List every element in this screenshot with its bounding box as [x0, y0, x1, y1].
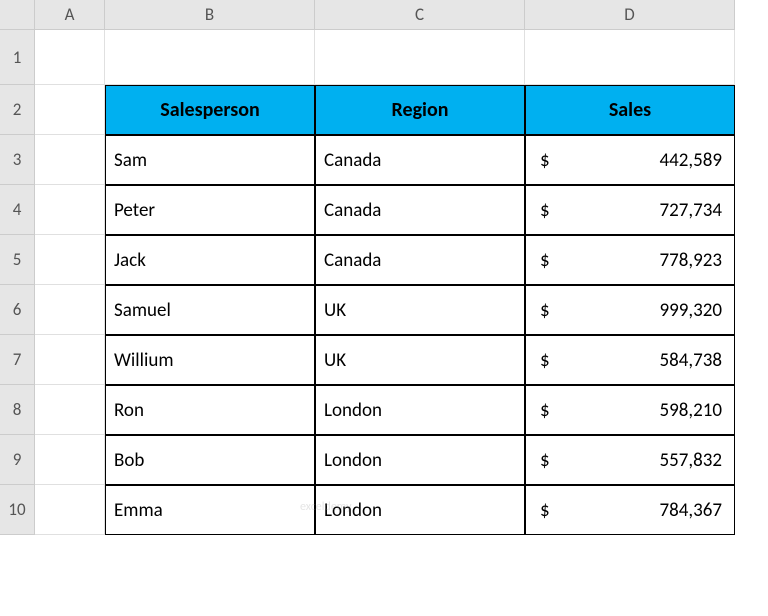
sales-value: 999,320 — [659, 299, 722, 322]
row-header-7[interactable]: 7 — [0, 335, 35, 385]
sales-value: 784,367 — [659, 499, 722, 522]
row-header-10[interactable]: 10 — [0, 485, 35, 535]
cell-salesperson[interactable]: Willium — [105, 335, 315, 385]
sales-value: 442,589 — [659, 149, 722, 172]
col-header-b[interactable]: B — [105, 0, 315, 30]
cell-region[interactable]: Canada — [315, 235, 525, 285]
cell-salesperson[interactable]: Bob — [105, 435, 315, 485]
cell-a10[interactable] — [35, 485, 105, 535]
cell-sales[interactable]: $ 557,832 — [525, 435, 735, 485]
sales-value: 778,923 — [659, 249, 722, 272]
cell-a6[interactable] — [35, 285, 105, 335]
row-header-8[interactable]: 8 — [0, 385, 35, 435]
cell-salesperson[interactable]: Samuel — [105, 285, 315, 335]
currency-symbol: $ — [534, 249, 550, 272]
cell-sales[interactable]: $ 784,367 — [525, 485, 735, 535]
currency-symbol: $ — [534, 449, 550, 472]
currency-symbol: $ — [534, 349, 550, 372]
cell-a4[interactable] — [35, 185, 105, 235]
cell-a5[interactable] — [35, 235, 105, 285]
row-header-4[interactable]: 4 — [0, 185, 35, 235]
cell-region[interactable]: UK — [315, 335, 525, 385]
cell-sales[interactable]: $ 999,320 — [525, 285, 735, 335]
select-all-corner[interactable] — [0, 0, 35, 30]
col-header-d[interactable]: D — [525, 0, 735, 30]
row-header-1[interactable]: 1 — [0, 30, 35, 85]
cell-a7[interactable] — [35, 335, 105, 385]
cell-region[interactable]: UK — [315, 285, 525, 335]
cell-a1[interactable] — [35, 30, 105, 85]
header-sales[interactable]: Sales — [525, 85, 735, 135]
col-header-c[interactable]: C — [315, 0, 525, 30]
currency-symbol: $ — [534, 299, 550, 322]
cell-region[interactable]: Canada — [315, 135, 525, 185]
cell-salesperson[interactable]: Peter — [105, 185, 315, 235]
cell-region[interactable]: London — [315, 485, 525, 535]
row-header-2[interactable]: 2 — [0, 85, 35, 135]
cell-region[interactable]: Canada — [315, 185, 525, 235]
cell-region[interactable]: London — [315, 385, 525, 435]
cell-a2[interactable] — [35, 85, 105, 135]
cell-salesperson[interactable]: Emma — [105, 485, 315, 535]
header-region[interactable]: Region — [315, 85, 525, 135]
row-header-3[interactable]: 3 — [0, 135, 35, 185]
cell-b1[interactable] — [105, 30, 315, 85]
currency-symbol: $ — [534, 149, 550, 172]
col-header-a[interactable]: A — [35, 0, 105, 30]
sales-value: 557,832 — [659, 449, 722, 472]
cell-sales[interactable]: $ 727,734 — [525, 185, 735, 235]
cell-a9[interactable] — [35, 435, 105, 485]
cell-a8[interactable] — [35, 385, 105, 435]
currency-symbol: $ — [534, 199, 550, 222]
cell-a3[interactable] — [35, 135, 105, 185]
currency-symbol: $ — [534, 399, 550, 422]
cell-salesperson[interactable]: Jack — [105, 235, 315, 285]
row-header-5[interactable]: 5 — [0, 235, 35, 285]
sales-value: 727,734 — [659, 199, 722, 222]
sales-value: 584,738 — [659, 349, 722, 372]
row-header-9[interactable]: 9 — [0, 435, 35, 485]
cell-salesperson[interactable]: Ron — [105, 385, 315, 435]
header-salesperson[interactable]: Salesperson — [105, 85, 315, 135]
cell-sales[interactable]: $ 778,923 — [525, 235, 735, 285]
currency-symbol: $ — [534, 499, 550, 522]
cell-sales[interactable]: $ 598,210 — [525, 385, 735, 435]
cell-c1[interactable] — [315, 30, 525, 85]
cell-sales[interactable]: $ 442,589 — [525, 135, 735, 185]
cell-sales[interactable]: $ 584,738 — [525, 335, 735, 385]
cell-d1[interactable] — [525, 30, 735, 85]
cell-salesperson[interactable]: Sam — [105, 135, 315, 185]
sales-value: 598,210 — [659, 399, 722, 422]
cell-region[interactable]: London — [315, 435, 525, 485]
spreadsheet-grid[interactable]: A B C D 1 2 Salesperson Region Sales 3 S… — [0, 0, 768, 535]
row-header-6[interactable]: 6 — [0, 285, 35, 335]
